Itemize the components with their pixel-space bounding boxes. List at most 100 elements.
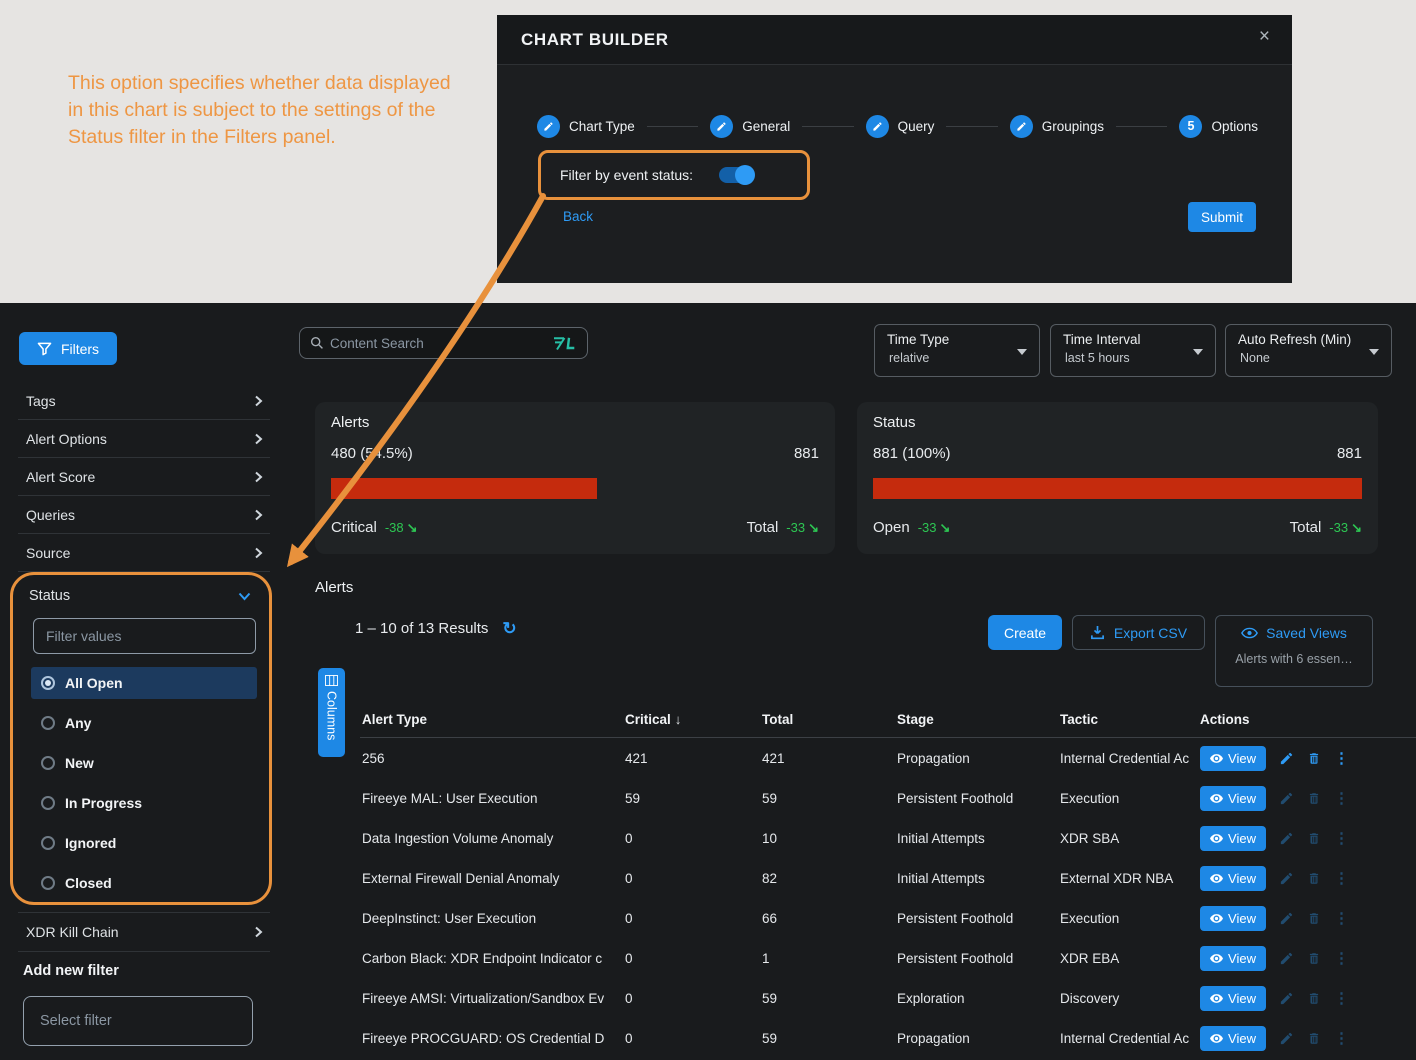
status-option-closed[interactable]: Closed <box>31 867 257 899</box>
view-button[interactable]: View <box>1200 826 1266 851</box>
status-option-in-progress[interactable]: In Progress <box>31 787 257 819</box>
sidebar-item-source[interactable]: Source <box>18 534 270 572</box>
search-input[interactable] <box>330 336 546 351</box>
cell-alert-type: 256 <box>360 751 623 766</box>
table-row[interactable]: Fireeye AMSI: Virtualization/Sandbox Ev … <box>360 978 1416 1018</box>
more-actions-icon[interactable]: ⋮ <box>1334 871 1349 886</box>
chevron-right-icon <box>253 433 264 445</box>
table-row[interactable]: External Firewall Denial Anomaly 0 82 In… <box>360 858 1416 898</box>
back-link[interactable]: Back <box>563 209 593 224</box>
time-type-dropdown[interactable]: Time Type relative <box>874 324 1040 377</box>
delete-icon[interactable] <box>1307 751 1321 766</box>
edit-icon[interactable] <box>1279 751 1294 766</box>
filters-button[interactable]: Filters <box>19 332 117 365</box>
submit-button[interactable]: Submit <box>1188 202 1256 232</box>
delete-icon[interactable] <box>1307 911 1321 926</box>
table-row[interactable]: DeepInstinct: User Execution 0 66 Persis… <box>360 898 1416 938</box>
column-header-critical[interactable]: Critical↓ <box>623 712 760 727</box>
step-options[interactable]: 5 Options <box>1179 115 1258 138</box>
edit-icon[interactable] <box>1279 1031 1294 1046</box>
cell-stage: Exploration <box>895 991 1058 1006</box>
view-button[interactable]: View <box>1200 946 1266 971</box>
more-actions-icon[interactable]: ⋮ <box>1334 911 1349 926</box>
view-button[interactable]: View <box>1200 986 1266 1011</box>
select-filter-input[interactable] <box>23 996 253 1046</box>
chevron-down-icon <box>238 592 251 601</box>
more-actions-icon[interactable]: ⋮ <box>1334 951 1349 966</box>
filter-values-input[interactable] <box>33 618 256 654</box>
sidebar-item-queries[interactable]: Queries <box>18 496 270 534</box>
step-groupings[interactable]: Groupings <box>1010 115 1104 138</box>
edit-icon[interactable] <box>1279 991 1294 1006</box>
time-interval-dropdown[interactable]: Time Interval last 5 hours <box>1050 324 1216 377</box>
radio-icon <box>41 876 55 890</box>
table-row[interactable]: Carbon Black: XDR Endpoint Indicator c 0… <box>360 938 1416 978</box>
progress-bar <box>331 478 819 499</box>
columns-button[interactable]: Columns <box>318 668 345 757</box>
cell-tactic: XDR SBA <box>1058 831 1198 846</box>
status-option-ignored[interactable]: Ignored <box>31 827 257 859</box>
cell-tactic: Internal Credential Ac <box>1058 751 1198 766</box>
delete-icon[interactable] <box>1307 871 1321 886</box>
cell-alert-type: Fireeye PROCGUARD: OS Credential D <box>360 1031 623 1046</box>
view-button[interactable]: View <box>1200 1026 1266 1051</box>
delete-icon[interactable] <box>1307 831 1321 846</box>
delete-icon[interactable] <box>1307 951 1321 966</box>
table-row[interactable]: Fireeye MAL: User Execution 59 59 Persis… <box>360 778 1416 818</box>
column-header-actions: Actions <box>1198 712 1416 727</box>
eye-icon <box>1210 994 1223 1003</box>
radio-icon <box>41 796 55 810</box>
auto-refresh-dropdown[interactable]: Auto Refresh (Min) None <box>1225 324 1392 377</box>
view-button[interactable]: View <box>1200 906 1266 931</box>
edit-icon[interactable] <box>1279 871 1294 886</box>
step-chart-type[interactable]: Chart Type <box>537 115 635 138</box>
eye-icon <box>1210 954 1223 963</box>
create-button[interactable]: Create <box>988 615 1062 650</box>
table-header-row: Alert Type Critical↓ Total Stage Tactic … <box>360 701 1416 738</box>
close-icon[interactable]: × <box>1259 27 1270 46</box>
column-header-total[interactable]: Total <box>760 712 895 727</box>
table-row[interactable]: Data Ingestion Volume Anomaly 0 10 Initi… <box>360 818 1416 858</box>
step-query[interactable]: Query <box>866 115 935 138</box>
modal-header: CHART BUILDER <box>497 15 1292 65</box>
cell-critical: 0 <box>623 991 760 1006</box>
edit-icon[interactable] <box>1279 831 1294 846</box>
view-button[interactable]: View <box>1200 866 1266 891</box>
view-button[interactable]: View <box>1200 746 1266 771</box>
edit-icon[interactable] <box>1279 911 1294 926</box>
cell-alert-type: Fireeye AMSI: Virtualization/Sandbox Ev <box>360 991 623 1006</box>
sidebar-item-status[interactable]: Status <box>13 575 269 604</box>
delete-icon[interactable] <box>1307 991 1321 1006</box>
edit-icon[interactable] <box>1279 791 1294 806</box>
status-option-any[interactable]: Any <box>31 707 257 739</box>
step-general[interactable]: General <box>710 115 790 138</box>
sidebar-item-xdr-kill-chain[interactable]: XDR Kill Chain <box>18 912 270 952</box>
sidebar-item-tags[interactable]: Tags <box>18 382 270 420</box>
more-actions-icon[interactable]: ⋮ <box>1334 831 1349 846</box>
status-option-new[interactable]: New <box>31 747 257 779</box>
more-actions-icon[interactable]: ⋮ <box>1334 791 1349 806</box>
card-title: Alerts <box>331 414 819 431</box>
delete-icon[interactable] <box>1307 1031 1321 1046</box>
sidebar-item-alert-score[interactable]: Alert Score <box>18 458 270 496</box>
column-header-stage[interactable]: Stage <box>895 712 1058 727</box>
cell-tactic: External XDR NBA <box>1058 871 1198 886</box>
table-row[interactable]: 256 421 421 Propagation Internal Credent… <box>360 738 1416 778</box>
export-csv-button[interactable]: Export CSV <box>1072 615 1205 650</box>
radio-icon <box>41 716 55 730</box>
saved-views-button[interactable]: Saved Views Alerts with 6 essen… <box>1215 615 1373 687</box>
view-button[interactable]: View <box>1200 786 1266 811</box>
status-option-all-open[interactable]: All Open <box>31 667 257 699</box>
sidebar-item-alert-options[interactable]: Alert Options <box>18 420 270 458</box>
search-syntax-logo-icon[interactable] <box>552 336 577 351</box>
column-header-alert-type[interactable]: Alert Type <box>360 712 623 727</box>
edit-icon[interactable] <box>1279 951 1294 966</box>
more-actions-icon[interactable]: ⋮ <box>1334 1031 1349 1046</box>
delete-icon[interactable] <box>1307 791 1321 806</box>
event-status-toggle[interactable] <box>719 167 753 183</box>
column-header-tactic[interactable]: Tactic <box>1058 712 1198 727</box>
more-actions-icon[interactable]: ⋮ <box>1334 991 1349 1006</box>
more-actions-icon[interactable]: ⋮ <box>1334 751 1349 766</box>
refresh-icon[interactable]: ↻ <box>502 620 516 637</box>
table-row[interactable]: Fireeye PROCGUARD: OS Credential D 0 59 … <box>360 1018 1416 1058</box>
